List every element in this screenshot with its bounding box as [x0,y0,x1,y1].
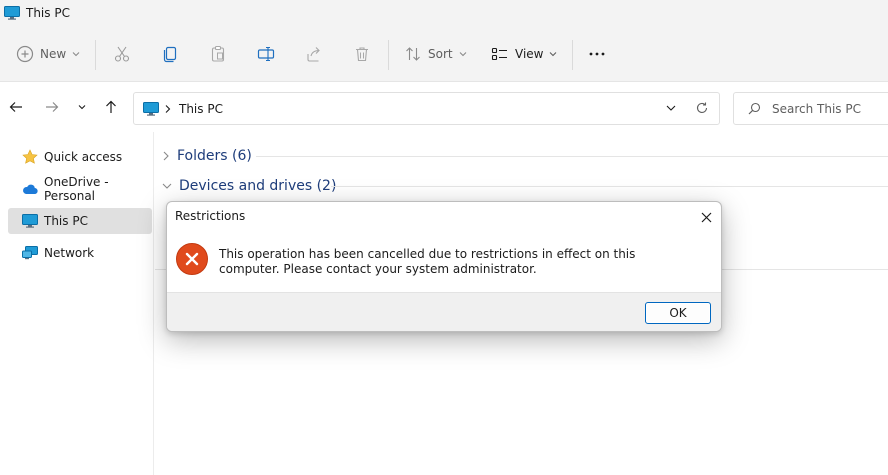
monitor-icon [22,214,38,228]
cloud-icon [23,184,38,195]
sort-arrows-icon [406,47,420,61]
toolbar-divider [572,40,573,70]
command-bar: New Sort View [0,26,888,82]
title-bar: This PC [0,0,888,26]
group-header-folders[interactable]: Folders (6) [162,145,252,167]
copy-button[interactable] [161,26,179,82]
sidebar-item-label: This PC [44,214,88,228]
view-label: View [515,47,544,61]
error-icon [176,243,208,275]
close-icon [701,212,711,222]
more-dots-icon [589,52,605,56]
rename-button[interactable] [257,26,275,82]
back-button[interactable] [8,99,24,115]
delete-button[interactable] [353,26,371,82]
chevron-down-icon [78,105,86,110]
forward-button[interactable] [44,99,60,115]
group-divider [331,186,888,187]
sidebar-item-quick-access[interactable]: Quick access [8,144,152,170]
rename-icon [257,46,275,62]
scissors-icon [114,46,130,62]
new-button[interactable]: New [16,26,80,82]
monitor-icon [143,102,159,116]
group-header-devices[interactable]: Devices and drives (2) [162,175,336,197]
sidebar-item-label: Network [44,246,95,260]
recent-locations-button[interactable] [74,99,90,115]
chevron-right-icon[interactable] [165,102,171,116]
navigation-pane: Quick access OneDrive - Personal This PC… [0,132,154,475]
network-icon [22,246,38,260]
view-button[interactable]: View [491,26,557,82]
sidebar-item-label: OneDrive - Personal [44,175,109,203]
up-button[interactable] [103,99,119,115]
view-list-icon [491,47,507,61]
group-label: Devices and drives (2) [179,178,337,194]
sidebar-item-label: Quick access [44,150,123,164]
dialog-title: Restrictions [175,209,246,223]
clipboard-icon [211,45,225,62]
chevron-right-icon [163,151,169,161]
sort-button[interactable]: Sort [404,26,467,82]
ok-button[interactable]: OK [645,302,711,324]
plus-circle-icon [16,45,34,63]
toolbar-divider [95,40,96,70]
chevron-down-icon [72,52,80,57]
sidebar-item-network[interactable]: Network [8,240,152,266]
chevron-down-icon [162,183,172,189]
sidebar-item-onedrive[interactable]: OneDrive - Personal [8,175,152,203]
chevron-down-icon [550,52,557,57]
group-label: Folders (6) [177,148,252,164]
copy-icon [163,46,177,63]
sort-label: Sort [428,47,453,61]
share-button[interactable] [305,26,323,82]
window-title: This PC [26,6,70,20]
new-label: New [40,47,67,61]
sidebar-item-this-pc[interactable]: This PC [8,208,152,234]
refresh-icon[interactable] [695,101,709,115]
navigation-bar: This PC [0,82,888,132]
more-options-button[interactable] [588,26,606,82]
group-divider [256,156,888,157]
share-icon [307,47,320,62]
cut-button[interactable] [113,26,131,82]
arrow-up-icon [106,100,116,113]
chevron-down-icon[interactable] [666,104,676,112]
paste-button[interactable] [209,26,227,82]
dialog-footer: OK [167,292,721,331]
toolbar-divider [388,40,389,70]
search-input[interactable] [772,99,882,119]
restrictions-dialog: Restrictions This operation has been can… [166,201,722,332]
star-icon [22,149,38,164]
breadcrumb-this-pc[interactable]: This PC [179,102,223,116]
dialog-close-button[interactable] [697,208,715,226]
arrow-left-icon [9,102,22,112]
address-bar[interactable]: This PC [133,92,720,125]
monitor-icon [4,6,20,20]
search-icon [748,102,761,115]
search-box[interactable] [733,92,888,125]
arrow-right-icon [46,102,59,112]
dialog-message: This operation has been cancelled due to… [219,247,636,276]
trash-icon [356,47,368,62]
chevron-down-icon [459,52,466,57]
